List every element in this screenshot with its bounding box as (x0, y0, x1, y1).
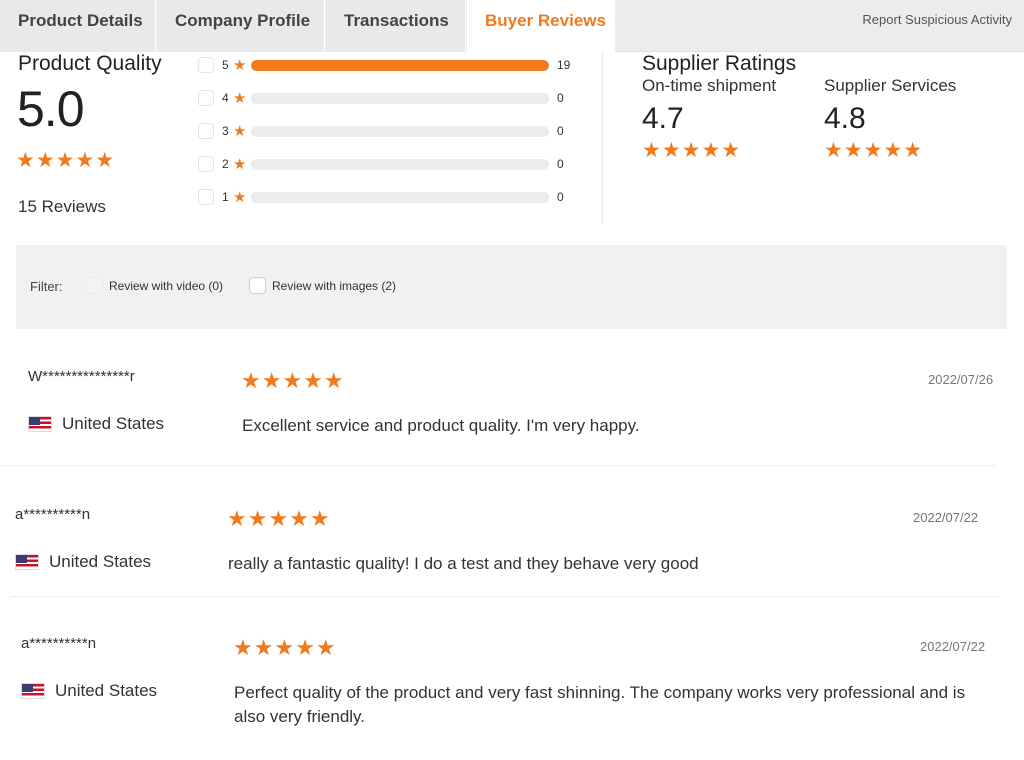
review-stars-icon: ★★★★★ (227, 506, 331, 531)
reviewer-name: W***************r (28, 368, 135, 385)
rating-label: Supplier Services (824, 76, 957, 95)
review-text: really a fantastic quality! I do a test … (228, 554, 699, 573)
rating-label: 1 (222, 190, 229, 204)
tab-company-profile[interactable]: Company Profile (157, 0, 325, 52)
review-date: 2022/07/22 (920, 639, 986, 654)
star-icon: ★ (233, 156, 247, 173)
review-date: 2022/07/26 (928, 372, 994, 387)
rating-count: 0 (557, 124, 564, 138)
rating-label: 4 (222, 91, 229, 105)
rating-score: 4.8 (824, 102, 866, 135)
star-icon: ★ (233, 57, 247, 74)
rating-count: 0 (557, 190, 564, 204)
country-name: United States (49, 552, 152, 571)
tab-buyer-reviews[interactable]: Buyer Reviews (467, 0, 615, 52)
rating-bar (251, 59, 549, 71)
reviewer-country: United States (15, 552, 151, 572)
filter-review-with-video[interactable]: Review with video (0) (86, 277, 223, 294)
rating-stars-icon: ★★★★★ (642, 139, 742, 162)
rating-row-2: 2 ★ 0 (198, 151, 578, 177)
star-icon: ★ (233, 189, 247, 206)
review-divider (0, 465, 995, 466)
checkbox-icon[interactable] (249, 277, 266, 294)
checkbox-icon[interactable] (86, 277, 103, 294)
us-flag-icon (21, 683, 45, 699)
rating-label: 2 (222, 157, 229, 171)
rating-label: 3 (222, 124, 229, 138)
rating-row-4: 4 ★ 0 (198, 85, 578, 111)
product-quality-score: 5.0 (17, 81, 85, 137)
rating-1-checkbox[interactable] (198, 189, 214, 205)
rating-label: 5 (222, 58, 229, 72)
rating-3-checkbox[interactable] (198, 123, 214, 139)
country-name: United States (62, 414, 165, 433)
review-date: 2022/07/22 (913, 510, 979, 525)
rating-score: 4.7 (642, 102, 684, 135)
filter-bar: Filter: Review with video (0) Review wit… (16, 245, 1007, 329)
filter-label: Filter: (30, 279, 63, 294)
reviewer-name: a**********n (15, 506, 91, 523)
filter-review-with-images[interactable]: Review with images (2) (249, 277, 396, 294)
tab-transactions[interactable]: Transactions (326, 0, 466, 52)
rating-bar (251, 125, 549, 137)
review-stars-icon: ★★★★★ (241, 368, 345, 393)
reviews-count: 15 Reviews (18, 197, 106, 216)
star-icon: ★ (233, 123, 247, 140)
filter-option-label: Review with video (0) (109, 278, 224, 293)
rating-bar-fill (251, 59, 549, 71)
divider (602, 52, 603, 224)
review-text: Perfect quality of the product and very … (234, 683, 966, 726)
filter-option-label: Review with images (2) (272, 278, 397, 293)
on-time-shipment-rating: On-time shipment 4.7 ★★★★★ (642, 76, 776, 163)
country-name: United States (55, 681, 158, 700)
us-flag-icon (15, 554, 39, 570)
rating-5-checkbox[interactable] (198, 57, 214, 73)
rating-count: 0 (557, 91, 564, 105)
report-suspicious-activity-link[interactable]: Report Suspicious Activity (862, 12, 1012, 27)
rating-2-checkbox[interactable] (198, 156, 214, 172)
product-quality-title: Product Quality (18, 52, 162, 75)
product-quality-stars-icon: ★★★★★ (16, 149, 116, 172)
supplier-ratings-title: Supplier Ratings (642, 52, 797, 75)
reviewer-country: United States (28, 414, 164, 434)
review-divider (10, 596, 1000, 597)
rating-bar (251, 92, 549, 104)
star-icon: ★ (233, 90, 247, 107)
supplier-services-rating: Supplier Services 4.8 ★★★★★ (824, 76, 956, 163)
rating-row-3: 3 ★ 0 (198, 118, 578, 144)
review-stars-icon: ★★★★★ (233, 635, 337, 660)
rating-4-checkbox[interactable] (198, 90, 214, 106)
reviewer-name: a**********n (21, 635, 97, 652)
tab-bar: Product Details Company Profile Transact… (0, 0, 1024, 52)
rating-count: 0 (557, 157, 564, 171)
rating-row-5: 5 ★ 19 (198, 52, 578, 78)
tab-product-details[interactable]: Product Details (0, 0, 156, 52)
reviewer-country: United States (21, 681, 157, 701)
rating-row-1: 1 ★ 0 (198, 184, 578, 210)
rating-label: On-time shipment (642, 76, 777, 95)
rating-stars-icon: ★★★★★ (824, 139, 924, 162)
rating-bar (251, 191, 549, 203)
rating-count: 19 (557, 58, 571, 72)
rating-bar (251, 158, 549, 170)
review-text: Excellent service and product quality. I… (242, 416, 640, 435)
us-flag-icon (28, 416, 52, 432)
